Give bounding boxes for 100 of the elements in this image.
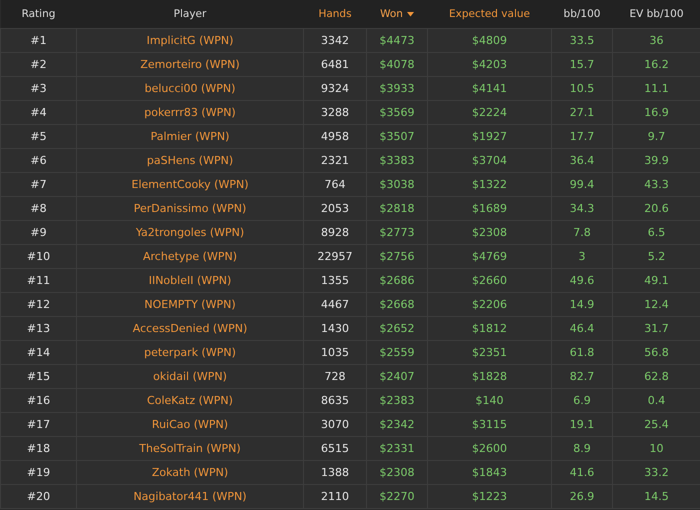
sort-caret-icon xyxy=(406,12,414,17)
player-link[interactable]: Zokath (WPN) xyxy=(152,466,228,479)
table-cell: 764 xyxy=(324,178,346,191)
table-cell: 34.3 xyxy=(570,202,594,215)
table-cell: 3288 xyxy=(321,106,349,119)
table-cell: $2600 xyxy=(472,442,507,455)
rank-cell: #12 xyxy=(26,298,50,311)
table-cell: 46.4 xyxy=(570,322,594,335)
table-cell: 49.1 xyxy=(644,274,669,287)
rank-cell: #18 xyxy=(26,442,50,455)
table-cell: $4203 xyxy=(472,58,507,71)
table-cell: 61.8 xyxy=(570,346,594,359)
player-link[interactable]: RuiCao (WPN) xyxy=(152,418,228,431)
table-cell: $2224 xyxy=(472,106,507,119)
table-cell: $3569 xyxy=(380,106,414,119)
table-cell: $2331 xyxy=(380,442,414,455)
table-cell: 6515 xyxy=(321,442,349,455)
table-cell: $1689 xyxy=(472,202,507,215)
rank-cell: #10 xyxy=(26,250,50,263)
rank-cell: #14 xyxy=(26,346,50,359)
column-header: bb/100 xyxy=(552,0,612,28)
table-cell: 25.4 xyxy=(644,418,669,431)
table-cell: 8.9 xyxy=(573,442,591,455)
column-header[interactable]: Expected value xyxy=(428,0,552,28)
table-cell: 62.8 xyxy=(644,370,669,383)
table-cell: 33.2 xyxy=(644,466,669,479)
table-cell: $1812 xyxy=(472,322,507,335)
table-cell: $2308 xyxy=(472,226,507,239)
table-cell: 3 xyxy=(578,250,586,263)
table-cell: $2383 xyxy=(380,394,414,407)
table-cell: $3383 xyxy=(380,154,414,167)
table-cell: $2308 xyxy=(380,466,414,479)
table-cell: 22957 xyxy=(318,250,352,263)
player-link[interactable]: IINobleII (WPN) xyxy=(148,274,232,287)
table-cell: 6.9 xyxy=(573,394,591,407)
table-cell: 12.4 xyxy=(644,298,669,311)
player-link[interactable]: Palmier (WPN) xyxy=(150,130,230,143)
table-cell: $4078 xyxy=(380,58,414,71)
table-cell: 4958 xyxy=(321,130,349,143)
rank-cell: #13 xyxy=(26,322,50,335)
table-cell: $2818 xyxy=(380,202,414,215)
table-cell: $2559 xyxy=(380,346,414,359)
table-cell: $2206 xyxy=(472,298,507,311)
column-header: Rating xyxy=(0,0,76,28)
table-cell: 6481 xyxy=(321,58,349,71)
table-cell: 17.7 xyxy=(570,130,594,143)
table-cell: 27.1 xyxy=(570,106,594,119)
table-cell: 33.5 xyxy=(570,34,594,47)
column-header[interactable]: Hands xyxy=(304,0,366,28)
table-cell: 14.5 xyxy=(644,490,669,503)
table-cell: 3342 xyxy=(321,34,349,47)
table-cell: 9.7 xyxy=(648,130,666,143)
rank-cell: #6 xyxy=(30,154,47,167)
column-header: Player xyxy=(76,0,304,28)
table-cell: $3704 xyxy=(472,154,507,167)
table-cell: 49.6 xyxy=(570,274,594,287)
table-cell: 10 xyxy=(650,442,664,455)
table-cell: 19.1 xyxy=(570,418,594,431)
table-cell: 43.3 xyxy=(644,178,669,191)
rank-cell: #20 xyxy=(26,490,50,503)
table-cell: 2321 xyxy=(321,154,349,167)
table-cell: 16.2 xyxy=(644,58,669,71)
table-cell: $2270 xyxy=(380,490,414,503)
table-cell: 2110 xyxy=(321,490,349,503)
table-cell: $1322 xyxy=(472,178,507,191)
table-cell: $3507 xyxy=(380,130,414,143)
table-cell: $2351 xyxy=(472,346,507,359)
table-cell: $4141 xyxy=(472,82,507,95)
table-cell: $2652 xyxy=(380,322,414,335)
column-header: EV bb/100 xyxy=(612,0,700,28)
table-cell: 3070 xyxy=(321,418,349,431)
table-cell: $4473 xyxy=(380,34,414,47)
rank-cell: #4 xyxy=(30,106,47,119)
table-cell: $1843 xyxy=(472,466,507,479)
table-cell: $4769 xyxy=(472,250,507,263)
table-cell: $2668 xyxy=(380,298,414,311)
table-cell: 1430 xyxy=(321,322,349,335)
rank-cell: #17 xyxy=(26,418,50,431)
table-cell: $2407 xyxy=(380,370,414,383)
rank-cell: #7 xyxy=(30,178,47,191)
rank-cell: #16 xyxy=(26,394,50,407)
table-cell: 16.9 xyxy=(644,106,669,119)
table-cell: $2686 xyxy=(380,274,414,287)
table-cell: $2342 xyxy=(380,418,414,431)
player-link[interactable]: okidail (WPN) xyxy=(153,370,227,383)
table-cell: $3933 xyxy=(380,82,414,95)
table-cell: 10.5 xyxy=(570,82,594,95)
table-cell: 82.7 xyxy=(570,370,594,383)
table-cell: 1355 xyxy=(321,274,349,287)
table-cell: 15.7 xyxy=(570,58,594,71)
table-cell: $4809 xyxy=(472,34,507,47)
table-cell: 728 xyxy=(324,370,346,383)
table-cell: 9324 xyxy=(321,82,349,95)
rank-cell: #3 xyxy=(30,82,47,95)
table-cell: 56.8 xyxy=(644,346,669,359)
column-header[interactable]: Won xyxy=(366,0,428,28)
table-cell: 41.6 xyxy=(570,466,594,479)
table-cell: $140 xyxy=(476,394,504,407)
rank-cell: #11 xyxy=(26,274,50,287)
table-cell: 1388 xyxy=(321,466,349,479)
